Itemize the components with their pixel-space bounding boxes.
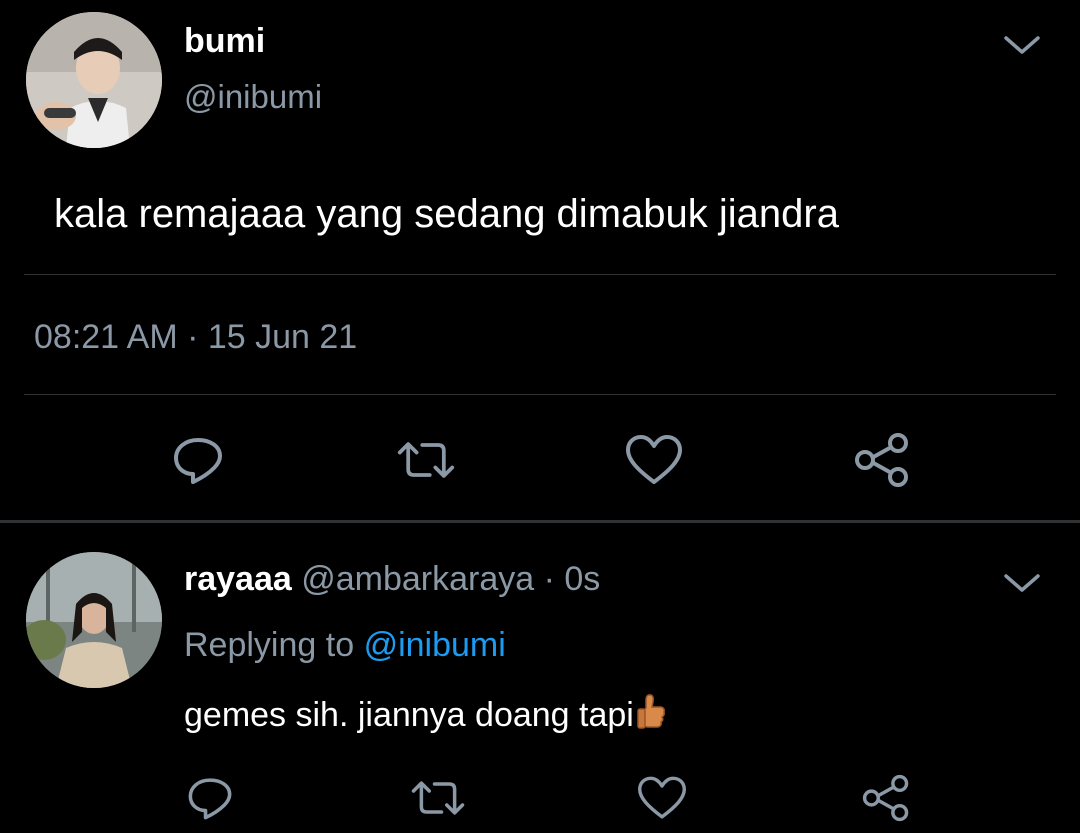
retweet-icon <box>411 781 465 815</box>
retweet-button[interactable] <box>408 768 468 828</box>
reply-text-body: gemes sih. jiannya doang tapi <box>184 696 634 734</box>
tweet-timestamp[interactable]: 08:21 AM · 15 Jun 21 <box>34 318 357 357</box>
reply-icon <box>188 778 232 820</box>
replying-to-mention[interactable]: @inibumi <box>364 626 506 664</box>
share-button[interactable] <box>852 430 912 490</box>
thumbs-up-emoji <box>636 692 666 741</box>
share-button[interactable] <box>856 768 916 828</box>
tweet-text: kala remajaaa yang sedang dimabuk jiandr… <box>54 192 839 236</box>
tweet-thread: bumi @inibumi kala remajaaa yang sedang … <box>0 0 1080 833</box>
replying-to: Replying to @inibumi <box>184 626 506 665</box>
reply-button[interactable] <box>168 430 228 490</box>
retweet-button[interactable] <box>396 430 456 490</box>
chevron-down-icon[interactable] <box>1000 568 1044 598</box>
reply-header: rayaaa @ambarkaraya · 0s <box>184 560 600 599</box>
avatar[interactable] <box>26 12 162 148</box>
reply-meta: @ambarkaraya · 0s <box>301 560 601 598</box>
avatar-photo <box>26 552 162 688</box>
author-handle[interactable]: @inibumi <box>184 78 322 116</box>
share-icon <box>862 774 909 822</box>
thread-separator <box>0 520 1080 523</box>
retweet-icon <box>397 442 455 478</box>
share-icon <box>855 433 908 487</box>
replying-to-label: Replying to <box>184 626 355 664</box>
heart-icon <box>626 435 682 484</box>
heart-icon <box>638 776 686 819</box>
like-button[interactable] <box>632 768 692 828</box>
divider <box>24 394 1056 395</box>
like-button[interactable] <box>624 430 684 490</box>
reply-avatar[interactable] <box>26 552 162 688</box>
divider <box>24 274 1056 275</box>
chevron-down-icon[interactable] <box>1000 30 1044 60</box>
reply-button[interactable] <box>180 768 240 828</box>
reply-text: gemes sih. jiannya doang tapi <box>184 692 666 741</box>
reply-icon <box>174 438 222 484</box>
avatar-photo <box>26 12 162 148</box>
reply-author-name[interactable]: rayaaa <box>184 560 292 598</box>
author-name[interactable]: bumi <box>184 22 265 61</box>
